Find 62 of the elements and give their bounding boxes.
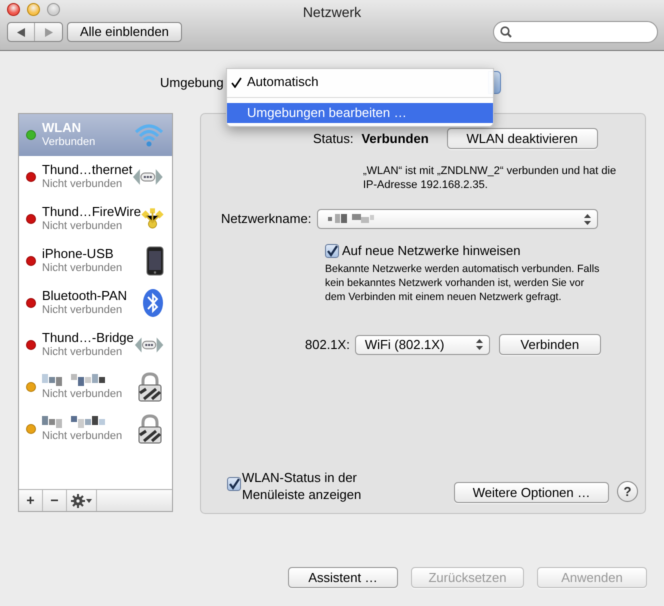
checkbox-label: Auf neue Netzwerke hinweisen	[342, 242, 520, 260]
show-all-button[interactable]: Alle einblenden	[67, 22, 182, 42]
search-icon	[500, 26, 512, 38]
service-status: Nicht verbunden	[42, 429, 124, 444]
stepper-arrows-icon	[476, 339, 483, 350]
checkbox[interactable]	[325, 244, 339, 258]
gear-icon	[70, 494, 92, 508]
checkmark-icon	[231, 76, 242, 88]
service-name: iPhone-USB	[42, 246, 115, 261]
advanced-options-button[interactable]: Weitere Optionen …	[454, 482, 609, 503]
remove-button[interactable]: −	[43, 490, 67, 511]
forward-arrow-icon	[44, 28, 52, 36]
zoom-button[interactable]	[47, 3, 60, 16]
service-item[interactable]: Bluetooth-PAN Nicht verbunden	[19, 282, 172, 324]
service-status: Nicht verbunden	[42, 303, 124, 318]
service-item[interactable]: Thund…-Bridge Nicht verbunden	[19, 324, 172, 366]
dot1x-dropdown[interactable]: WiFi (802.1X)	[354, 334, 490, 354]
service-status: Nicht verbunden	[42, 387, 124, 402]
arrows-icon	[132, 166, 164, 188]
location-label: Umgebung	[160, 74, 224, 92]
network-name-dropdown[interactable]	[317, 209, 598, 229]
footer-button[interactable]: Assistent …	[288, 567, 398, 588]
minimize-button[interactable]	[27, 3, 40, 16]
status-label: Status:	[313, 130, 354, 148]
padlock-icon	[136, 414, 164, 444]
wifi-icon	[134, 122, 164, 148]
add-button[interactable]: +	[19, 490, 43, 511]
service-status: Nicht verbunden	[42, 219, 124, 234]
status-value: Verbunden	[361, 130, 429, 148]
stepper-arrows-icon	[584, 214, 592, 224]
service-item[interactable]: Thund…FireWire Nicht verbunden	[19, 198, 172, 240]
phone-icon	[146, 246, 164, 276]
service-status: Nicht verbunden	[42, 261, 124, 276]
status-description: „WLAN“ ist mit „ZNDLNW_2“ verbunden und hat die IP-Adresse 192.168.2.35.	[363, 164, 618, 192]
window-title: Netzwerk	[302, 3, 362, 22]
connect-button[interactable]: Verbinden	[498, 334, 601, 355]
service-name: Thund…-Bridge	[42, 330, 134, 345]
service-name: WLAN	[42, 120, 82, 135]
service-status: Nicht verbunden	[42, 345, 124, 360]
service-name: Thund…FireWire	[42, 204, 141, 219]
checkbox-label: WLAN-Status in der Menüleiste anzeigen	[242, 469, 362, 503]
service-item[interactable]: iPhone-USB Nicht verbunden	[19, 240, 172, 282]
bluetooth-icon	[142, 288, 164, 318]
wlan-toggle-button[interactable]: WLAN deaktivieren	[446, 128, 598, 149]
help-button[interactable]: ?	[617, 481, 638, 502]
back-arrow-icon	[17, 28, 25, 36]
dot1x-label: 802.1X:	[305, 336, 350, 354]
checkbox[interactable]	[227, 477, 241, 491]
padlock-icon	[136, 372, 164, 402]
service-status: Nicht verbunden	[42, 177, 124, 192]
service-name: Bluetooth-PAN	[42, 288, 128, 303]
help-text: Bekannte Netzwerke werden automatisch verbunden. Falls kein bekanntes Netzwerk vorhanden ist, werden Sie vor dem Verbinden mit einem neuen Netzwerk gefragt.	[325, 262, 600, 304]
service-item[interactable]: Thund…thernet Nicht verbunden	[19, 156, 172, 198]
close-button[interactable]	[7, 3, 20, 16]
menu-item[interactable]: Umgebungen bearbeiten …	[227, 103, 493, 123]
menu-item[interactable]: Automatisch	[227, 72, 493, 92]
search-field[interactable]	[493, 21, 658, 43]
service-status: Verbunden	[42, 135, 96, 150]
service-item[interactable]: Nicht verbunden	[19, 366, 172, 408]
service-name: Thund…thernet	[42, 162, 132, 177]
service-item[interactable]: Nicht verbunden	[19, 408, 172, 450]
network-name-label: Netzwerkname:	[221, 210, 312, 228]
